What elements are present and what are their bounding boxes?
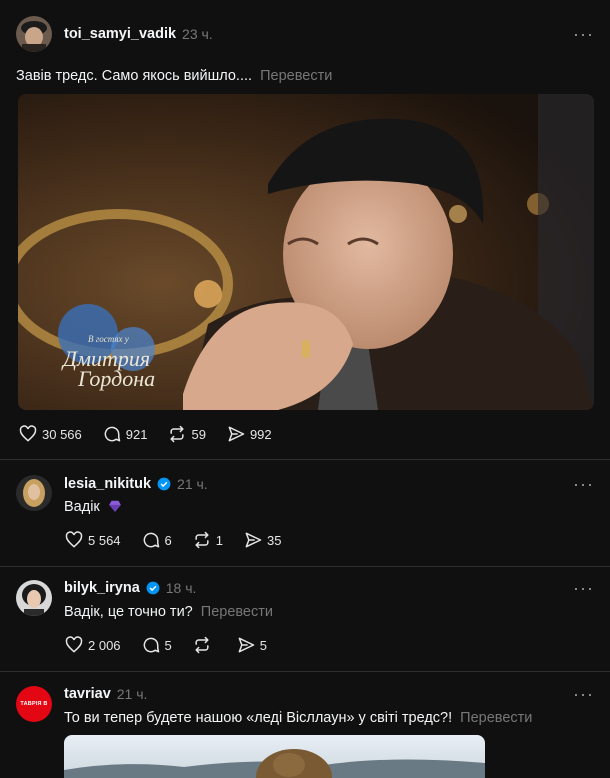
post: ТАВРІЯ В tavriav 21 ч. ··· То ви тепер б… [0,672,610,778]
translate-link[interactable]: Перевести [460,710,532,726]
like-count: 30 566 [42,426,82,442]
reply-count: 6 [164,532,172,548]
share-count: 5 [259,637,268,653]
username[interactable]: tavriav [64,686,111,702]
repost-button[interactable] [192,635,216,655]
comment-icon [143,532,159,548]
repost-count: 1 [215,532,224,548]
post-text: Завів тредс. Само якось вийшло.... Перев… [16,68,332,84]
comment-icon [104,426,121,442]
more-options-icon[interactable]: ··· [573,474,594,495]
avatar[interactable]: ТАВРІЯ В [16,686,52,722]
avatar-image [16,16,52,52]
reply-button[interactable]: 6 [141,530,172,550]
post-text-content: То ви тепер будете нашою «леді Вісллаун»… [64,710,453,726]
reply-button[interactable]: 921 [102,424,148,444]
send-icon [228,426,245,442]
reply-count: 921 [125,426,148,442]
share-button[interactable]: 35 [243,530,281,550]
timestamp[interactable]: 23 ч. [182,26,213,42]
avatar-image [16,475,52,511]
avatar[interactable] [16,475,52,511]
timestamp[interactable]: 21 ч. [117,686,148,702]
share-button[interactable]: 992 [226,424,272,444]
repost-button[interactable]: 1 [192,530,223,550]
translate-link[interactable]: Перевести [201,604,273,620]
like-count: 5 564 [88,532,121,548]
timestamp[interactable]: 18 ч. [166,580,197,596]
translate-link[interactable]: Перевести [260,68,332,84]
like-button[interactable]: 2 006 [64,635,121,655]
post-text-content: Вадік, це точно ти? [64,604,193,620]
comment-icon [143,637,159,653]
verified-badge-icon [146,581,160,595]
username[interactable]: bilyk_iryna [64,580,140,596]
tavria-logo: ТАВРІЯ В [20,701,48,707]
video-caption-small: В гостях у [88,334,129,344]
video-caption-line2: Гордона [77,366,155,391]
video-frame: В гостях у Дмитрия Гордона [18,94,594,410]
post-image-content [64,735,485,778]
post: lesia_nikituk 21 ч. ··· Вадік 5 564 6 1 … [0,460,610,567]
repost-icon [170,425,185,443]
heart-icon [65,636,83,653]
share-count: 35 [267,532,282,548]
post-text: Вадік, це точно ти? Перевести [64,604,273,620]
post-text-content: Завів тредс. Само якось вийшло.... [16,68,253,84]
verified-badge-icon [157,477,171,491]
like-button[interactable]: 30 566 [18,424,82,444]
post-text-content: Вадік [64,499,100,515]
post-text: Вадік [64,499,122,515]
share-count: 992 [249,426,272,442]
more-options-icon[interactable]: ··· [573,578,594,599]
post-video[interactable]: В гостях у Дмитрия Гордона [18,94,594,410]
avatar-image [16,580,52,616]
username[interactable]: toi_samyi_vadik [64,26,176,42]
post: bilyk_iryna 18 ч. ··· Вадік, це точно ти… [0,567,610,672]
heart-icon [19,425,37,442]
repost-count: 59 [191,426,206,442]
post-image[interactable] [64,735,485,778]
like-button[interactable]: 5 564 [64,530,121,550]
send-icon [245,532,262,548]
post-text: То ви тепер будете нашою «леді Вісллаун»… [64,710,532,726]
heart-icon [65,531,83,548]
gem-emoji-icon [108,500,121,512]
reply-count: 5 [164,637,172,653]
post: toi_samyi_vadik 23 ч. ··· Завів тредс. С… [0,0,610,460]
repost-icon [195,531,209,549]
username[interactable]: lesia_nikituk [64,476,151,492]
repost-icon [195,636,209,654]
avatar[interactable] [16,16,52,52]
send-icon [238,637,255,653]
avatar[interactable] [16,580,52,616]
more-options-icon[interactable]: ··· [573,24,594,45]
more-options-icon[interactable]: ··· [573,684,594,705]
share-button[interactable]: 5 [236,635,267,655]
timestamp[interactable]: 21 ч. [177,476,208,492]
like-count: 2 006 [88,637,121,653]
reply-button[interactable]: 5 [141,635,172,655]
repost-button[interactable]: 59 [167,424,206,444]
